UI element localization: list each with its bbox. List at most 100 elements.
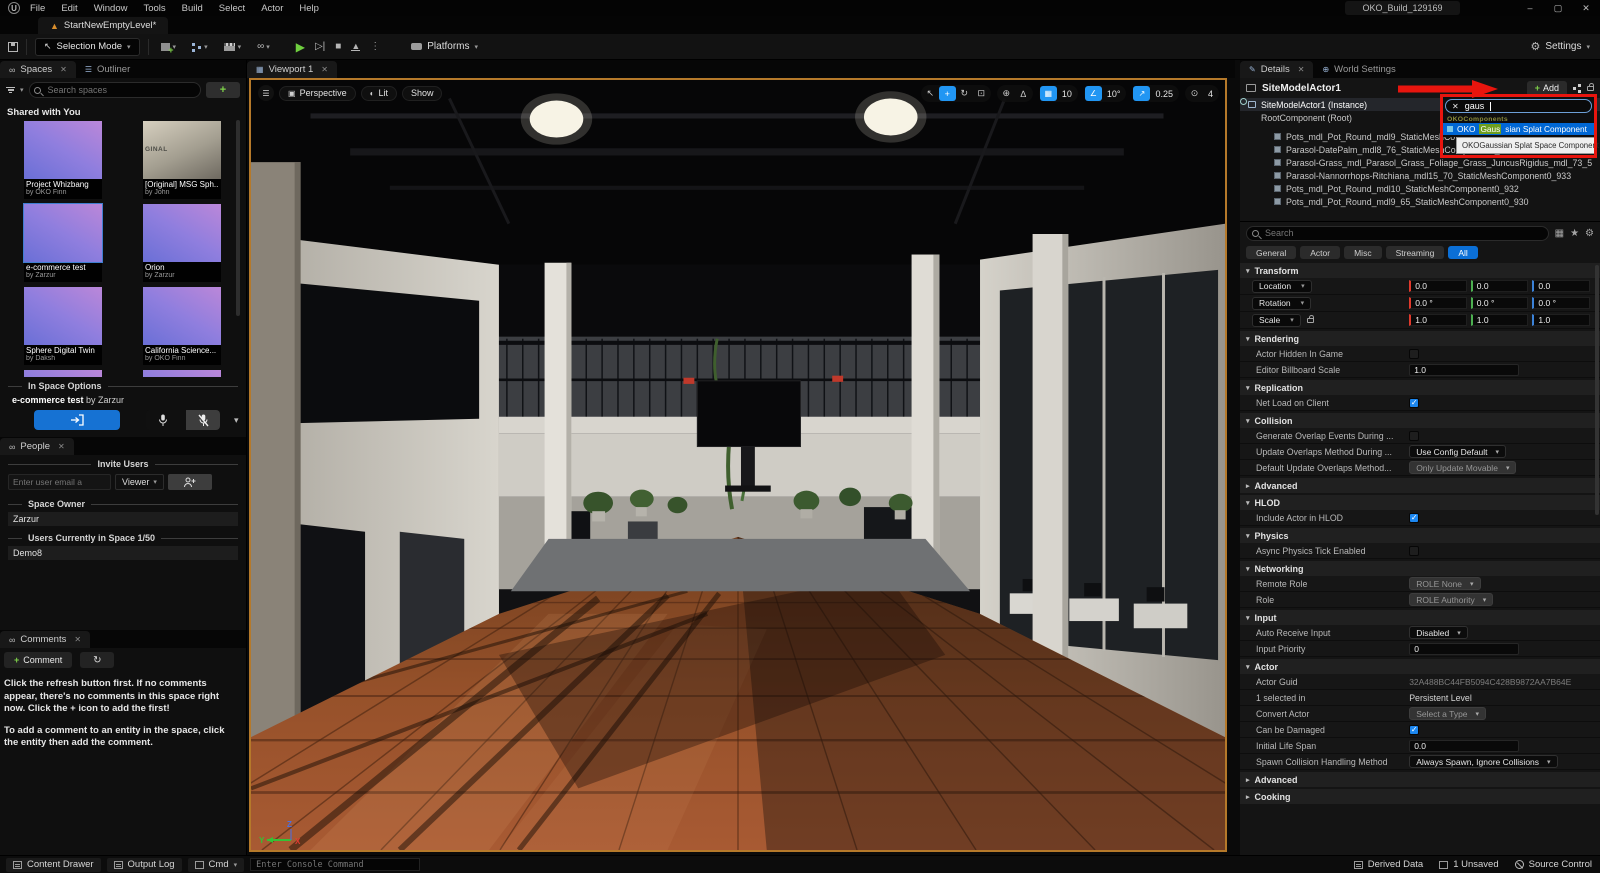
space-card[interactable]: Project Whizbangby OKO Finn bbox=[24, 121, 102, 199]
location-dropdown[interactable]: Location▾ bbox=[1252, 280, 1312, 293]
menu-edit[interactable]: Edit bbox=[61, 3, 77, 14]
stop-button[interactable]: ■ bbox=[335, 41, 341, 52]
camera-speed-control[interactable]: ⊙ 4 bbox=[1185, 85, 1219, 102]
add-space-button[interactable]: + bbox=[206, 82, 240, 98]
eject-button[interactable]: ▲ bbox=[351, 42, 360, 51]
cinematics-button[interactable]: ▾ bbox=[220, 43, 246, 51]
scale-snap-control[interactable]: ↗ 0.25 bbox=[1132, 85, 1179, 102]
dropdown-select[interactable]: Only Update Movable▾ bbox=[1409, 461, 1516, 474]
space-card[interactable]: Orionby Zarzur bbox=[143, 204, 221, 282]
oko-link-button[interactable]: ∞▾ bbox=[253, 41, 274, 52]
rotation-x-field[interactable]: 0.0 ° bbox=[1409, 297, 1467, 309]
invite-role-dropdown[interactable]: Viewer▾ bbox=[115, 474, 164, 490]
value-field[interactable]: 0.0 bbox=[1409, 740, 1519, 752]
settings-icon[interactable]: ⚙ bbox=[1585, 228, 1594, 239]
section-header[interactable]: ▾Replication bbox=[1240, 380, 1600, 395]
location-z-field[interactable]: 0.0 bbox=[1532, 280, 1590, 292]
play-button[interactable]: ▶ bbox=[296, 40, 305, 54]
scale-tool-button[interactable]: ⊡ bbox=[973, 86, 990, 101]
enter-space-button[interactable] bbox=[34, 410, 120, 430]
display-options-icon[interactable]: ▦ bbox=[1555, 228, 1564, 239]
tab-people[interactable]: ∞ People ✕ bbox=[0, 438, 74, 455]
component-tree-row[interactable]: Parasol-Nannorrhops-Ritchiana_mdl15_70_S… bbox=[1240, 169, 1600, 182]
lock-icon[interactable] bbox=[1587, 86, 1594, 91]
lit-dropdown[interactable]: ◐ Lit bbox=[361, 86, 397, 101]
unsaved-button[interactable]: 1 Unsaved bbox=[1439, 859, 1498, 870]
tab-outliner[interactable]: ☰ Outliner bbox=[76, 61, 139, 78]
chevron-down-icon[interactable]: ▾ bbox=[234, 415, 239, 426]
dropdown-select[interactable]: ROLE None▾ bbox=[1409, 577, 1480, 590]
filter-tab-all[interactable]: All bbox=[1448, 246, 1477, 259]
content-drawer-button[interactable]: Content Drawer bbox=[6, 858, 101, 872]
viewport-options-menu[interactable]: ☰ bbox=[258, 85, 274, 101]
add-component-button[interactable]: + Add bbox=[1527, 81, 1567, 96]
dropdown-item-gaussian-splat-space[interactable]: OKOGaussian Splat Space Component bbox=[1456, 137, 1597, 154]
refresh-comments-button[interactable]: ↻ bbox=[80, 652, 114, 668]
console-command-input[interactable] bbox=[250, 858, 420, 871]
mic-muted-button[interactable] bbox=[186, 410, 220, 430]
rotation-snap-control[interactable]: ∠ 10° bbox=[1084, 85, 1127, 102]
space-card[interactable]: e-commerce testby Zarzur bbox=[24, 204, 102, 282]
selection-mode-dropdown[interactable]: ↖ Selection Mode ▾ bbox=[35, 38, 140, 56]
dropdown-select[interactable]: Select a Type▾ bbox=[1409, 707, 1486, 720]
save-icon[interactable] bbox=[8, 42, 18, 52]
section-header[interactable]: ▾Actor bbox=[1240, 659, 1600, 674]
section-header[interactable]: ▾Rendering bbox=[1240, 331, 1600, 346]
section-header[interactable]: ▾Transform bbox=[1240, 263, 1600, 278]
menu-actor[interactable]: Actor bbox=[261, 3, 283, 14]
section-header[interactable]: ▾Collision bbox=[1240, 413, 1600, 428]
dropdown-select[interactable]: ROLE Authority▾ bbox=[1409, 593, 1493, 606]
cmd-dropdown[interactable]: Cmd ▾ bbox=[188, 858, 245, 872]
section-header[interactable]: ▾Input bbox=[1240, 610, 1600, 625]
world-coordinate-button[interactable]: ⊕ bbox=[998, 86, 1015, 101]
close-icon[interactable]: ✕ bbox=[321, 65, 328, 74]
tab-comments[interactable]: ∞ Comments ✕ bbox=[0, 631, 90, 648]
component-search-field[interactable]: ✕ gaus bbox=[1445, 99, 1592, 113]
checkbox-checked[interactable]: ✓ bbox=[1409, 513, 1419, 523]
frame-skip-button[interactable]: ▷| bbox=[315, 41, 325, 52]
rotation-y-field[interactable]: 0.0 ° bbox=[1471, 297, 1529, 309]
viewport-canvas[interactable]: ☰ ▣ Perspective ◐ Lit Show ↖ + ↻ ⊡ bbox=[249, 78, 1227, 852]
section-header[interactable]: ▾Networking bbox=[1240, 561, 1600, 576]
location-y-field[interactable]: 0.0 bbox=[1471, 280, 1529, 292]
tab-details[interactable]: ✎ Details ✕ bbox=[1240, 61, 1313, 78]
menu-window[interactable]: Window bbox=[94, 3, 128, 14]
close-icon[interactable]: ✕ bbox=[58, 442, 65, 451]
checkbox-unchecked[interactable] bbox=[1409, 349, 1419, 359]
output-log-button[interactable]: Output Log bbox=[107, 858, 182, 872]
close-button[interactable]: ✕ bbox=[1572, 0, 1600, 16]
rotation-z-field[interactable]: 0.0 ° bbox=[1532, 297, 1590, 309]
show-dropdown[interactable]: Show bbox=[402, 86, 443, 101]
add-comment-button[interactable]: + Comment bbox=[4, 652, 72, 668]
value-field[interactable]: 0 bbox=[1409, 643, 1519, 655]
maximize-button[interactable]: ▢ bbox=[1544, 0, 1572, 16]
scale-y-field[interactable]: 1.0 bbox=[1471, 314, 1529, 326]
tab-viewport[interactable]: ▦ Viewport 1 ✕ bbox=[247, 61, 337, 78]
checkbox-unchecked[interactable] bbox=[1409, 546, 1419, 556]
component-tree-row[interactable]: Parasol-Grass_mdl_Parasol_Grass_Foliage_… bbox=[1240, 156, 1600, 169]
close-icon[interactable]: ✕ bbox=[60, 65, 67, 74]
menu-tools[interactable]: Tools bbox=[143, 3, 165, 14]
spaces-scrollbar[interactable] bbox=[236, 120, 240, 316]
settings-dropdown[interactable]: ⚙ Settings ▾ bbox=[1530, 40, 1590, 53]
rotate-tool-button[interactable]: ↻ bbox=[956, 86, 973, 101]
scale-z-field[interactable]: 1.0 bbox=[1532, 314, 1590, 326]
details-search-input[interactable] bbox=[1246, 226, 1549, 241]
section-header[interactable]: ▸Advanced bbox=[1240, 478, 1600, 493]
surface-snapping-button[interactable]: ∆ bbox=[1015, 86, 1032, 101]
add-user-button[interactable] bbox=[168, 474, 212, 490]
close-icon[interactable]: ✕ bbox=[1298, 65, 1305, 74]
spaces-search-input[interactable] bbox=[29, 82, 201, 98]
dropdown-item-gaussian-splat[interactable]: OKO Gaussian Splat Component bbox=[1443, 123, 1594, 135]
move-tool-button[interactable]: + bbox=[939, 86, 956, 101]
space-card[interactable] bbox=[24, 370, 102, 377]
blueprints-button[interactable]: ▾ bbox=[188, 43, 212, 51]
section-header[interactable]: ▸Cooking bbox=[1240, 789, 1600, 804]
invite-email-input[interactable] bbox=[8, 474, 111, 490]
filter-tab-misc[interactable]: Misc bbox=[1344, 246, 1381, 259]
level-tab[interactable]: ▲ StartNewEmptyLevel* bbox=[38, 17, 168, 34]
dropdown-select[interactable]: Always Spawn, Ignore Collisions▾ bbox=[1409, 755, 1557, 768]
space-card[interactable]: GINAL[Original] MSG Sph...by John bbox=[143, 121, 221, 199]
filter-icon[interactable] bbox=[6, 87, 15, 94]
play-options-button[interactable]: ⋮ bbox=[370, 41, 381, 52]
